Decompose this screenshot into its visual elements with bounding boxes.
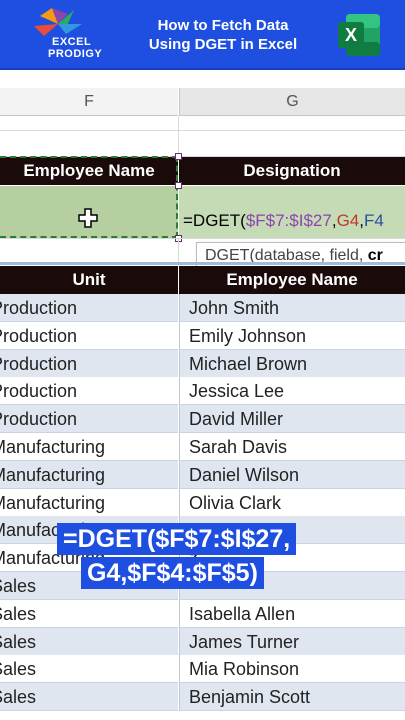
unit-cell[interactable]: Manufacturing [0, 488, 178, 517]
employee-name-cell[interactable]: Sarah Davis [179, 433, 405, 461]
table-row: SalesBenjamin Scott [0, 683, 405, 712]
unit-cell[interactable]: Manufacturing [0, 433, 178, 461]
formula-caption-overlay: =DGET($F$7:$I$27, G4,$F$4:$F$5) [57, 523, 349, 593]
unit-cell[interactable]: Manufacturing [0, 460, 178, 489]
unit-cell[interactable]: Sales [0, 627, 178, 656]
unit-cell[interactable]: Production [0, 321, 178, 350]
video-title-line-2: Using DGET in Excel [148, 36, 298, 53]
logo-star-icon [34, 8, 82, 36]
caption-line-2: G4,$F$4:$F$5) [81, 557, 264, 589]
table-row: Manufacturing Sarah Davis [0, 433, 405, 461]
table-row: ProductionEmily Johnson [0, 321, 405, 350]
employee-name-cell[interactable]: Benjamin Scott [179, 683, 405, 712]
logo-text-prodigy: PRODIGY [48, 48, 103, 60]
cell-formula-in-edit[interactable]: =DGET($F$7:$I$27,G4,F4 [183, 211, 384, 231]
caption-line-1: =DGET($F$7:$I$27, [57, 523, 297, 555]
logo-text-excel: EXCEL [52, 36, 92, 48]
formula-range-ref: $F$7:$I$27 [245, 211, 332, 230]
unit-cell[interactable]: Sales [0, 683, 178, 712]
selection-handle[interactable] [175, 182, 182, 189]
unit-cell[interactable]: Production [0, 294, 178, 322]
employee-name-cell[interactable]: David Miller [179, 405, 405, 434]
grid-line [0, 238, 405, 239]
column-header-f[interactable]: F [0, 88, 178, 116]
table-row: ProductionJohn Smith [0, 294, 405, 322]
employee-name-cell[interactable]: Michael Brown [179, 349, 405, 378]
spacer [0, 70, 405, 88]
excel-prodigy-logo: EXCEL PRODIGY [16, 6, 116, 64]
table-row: Manufacturing Daniel Wilson [0, 460, 405, 489]
criteria-header-designation[interactable]: Designation [179, 157, 405, 185]
employee-name-cell[interactable]: John Smith [179, 294, 405, 322]
unit-cell[interactable]: Production [0, 377, 178, 406]
table-row: Manufacturing Olivia Clark [0, 488, 405, 517]
employee-name-cell[interactable]: Jessica Lee [179, 377, 405, 406]
grid-line [178, 116, 179, 156]
table-row: ProductionMichael Brown [0, 349, 405, 378]
table-header-unit[interactable]: Unit [0, 266, 178, 294]
table-row: SalesJames Turner [0, 627, 405, 656]
selection-handle[interactable] [175, 153, 182, 160]
cell-select-cursor-icon [78, 208, 98, 228]
grid-line [0, 130, 405, 131]
formula-prefix: =DGET( [183, 211, 246, 230]
employee-name-cell[interactable]: Isabella Allen [179, 599, 405, 628]
formula-f4-ref: F4 [363, 211, 384, 230]
table-row: SalesIsabella Allen [0, 599, 405, 628]
column-header-g[interactable]: G [179, 88, 405, 116]
employee-name-cell[interactable]: Mia Robinson [179, 655, 405, 684]
employee-name-cell[interactable]: Daniel Wilson [179, 460, 405, 489]
excel-icon: X [338, 14, 380, 56]
unit-cell[interactable]: Production [0, 349, 178, 378]
table-top-border [0, 262, 405, 265]
video-header-banner: EXCEL PRODIGY How to Fetch Data Using DG… [0, 0, 405, 68]
unit-cell[interactable]: Sales [0, 655, 178, 684]
table-row: ProductionDavid Miller [0, 405, 405, 434]
unit-cell[interactable]: Sales [0, 599, 178, 628]
video-title-line-1: How to Fetch Data [157, 17, 289, 34]
table-header-employee-name[interactable]: Employee Name [179, 266, 405, 294]
excel-icon-letter: X [345, 25, 357, 45]
unit-cell[interactable]: Production [0, 405, 178, 434]
employee-name-cell[interactable]: James Turner [179, 627, 405, 656]
formula-g4-ref: G4 [336, 211, 360, 230]
grid-line [178, 238, 179, 262]
employee-name-cell[interactable]: Olivia Clark [179, 488, 405, 517]
employee-name-cell[interactable]: Emily Johnson [179, 321, 405, 350]
table-row: ProductionJessica Lee [0, 377, 405, 406]
table-row: SalesMia Robinson [0, 655, 405, 684]
